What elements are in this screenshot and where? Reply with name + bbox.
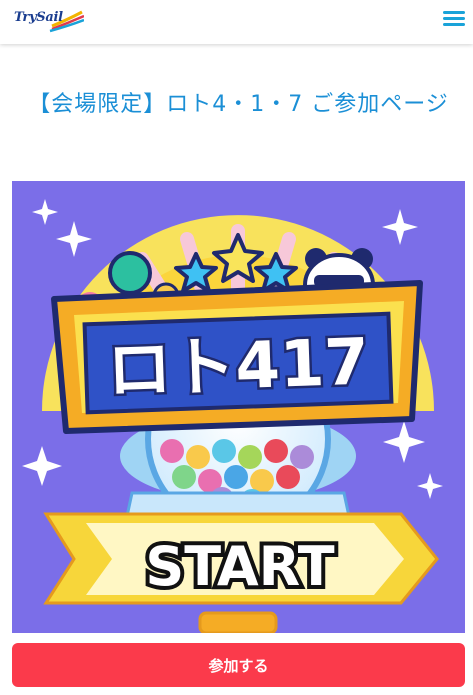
logo-text: TrySail — [14, 10, 63, 25]
trysail-logo[interactable]: TrySail — [12, 6, 84, 36]
page-title: 【会場限定】ロト4・1・7 ご参加ページ — [28, 92, 449, 117]
lotto-logo-text: ロト417 — [106, 325, 370, 408]
hero-banner: ロト417 START — [12, 181, 465, 633]
menu-bar — [443, 23, 465, 26]
app-header: TrySail — [0, 0, 473, 44]
menu-bar — [443, 11, 465, 14]
start-text: START — [145, 535, 334, 598]
menu-bar — [443, 17, 465, 20]
machine-outlet — [198, 611, 278, 633]
lotto-gacha-illustration: ロト417 START — [12, 181, 465, 633]
teal-ball-icon — [108, 251, 152, 295]
hamburger-menu-icon[interactable] — [441, 8, 467, 32]
join-button[interactable]: 参加する — [12, 643, 465, 687]
